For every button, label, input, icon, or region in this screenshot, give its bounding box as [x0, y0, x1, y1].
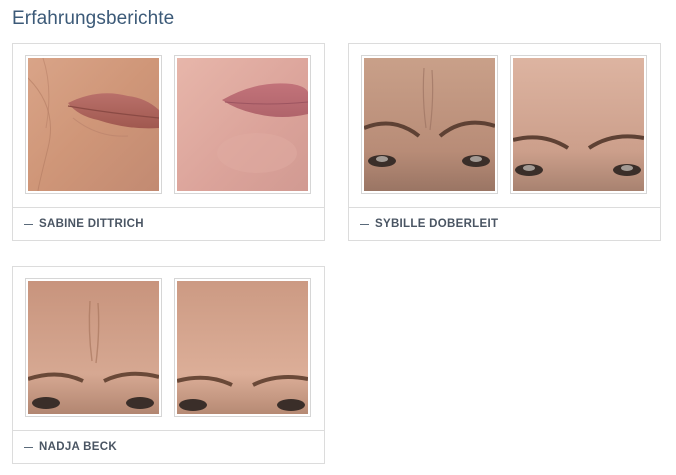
author-name: SYBILLE DOBERLEIT	[375, 218, 499, 230]
testimonial-card[interactable]: SABINE DITTRICH	[12, 43, 325, 241]
testimonial-card[interactable]: NADJA BECK	[12, 266, 325, 464]
after-photo[interactable]	[174, 55, 311, 194]
dash-icon	[24, 223, 33, 225]
before-photo[interactable]	[361, 55, 498, 194]
before-photo[interactable]	[25, 55, 162, 194]
author-name: NADJA BECK	[39, 441, 117, 453]
card-footer: SABINE DITTRICH	[13, 207, 324, 240]
brow-after-image	[177, 281, 308, 414]
lips-after-image	[177, 58, 308, 191]
before-photo[interactable]	[25, 278, 162, 417]
after-photo[interactable]	[510, 55, 647, 194]
card-footer: SYBILLE DOBERLEIT	[349, 207, 660, 240]
dash-icon	[24, 446, 33, 448]
lips-before-image	[28, 58, 159, 191]
brow-before-image	[28, 281, 159, 414]
section-title: Erfahrungsberichte	[12, 8, 175, 29]
author-name: SABINE DITTRICH	[39, 218, 144, 230]
after-photo[interactable]	[174, 278, 311, 417]
forehead-after-image	[513, 58, 644, 191]
dash-icon	[360, 223, 369, 225]
forehead-before-image	[364, 58, 495, 191]
card-footer: NADJA BECK	[13, 430, 324, 463]
testimonial-card[interactable]: SYBILLE DOBERLEIT	[348, 43, 661, 241]
